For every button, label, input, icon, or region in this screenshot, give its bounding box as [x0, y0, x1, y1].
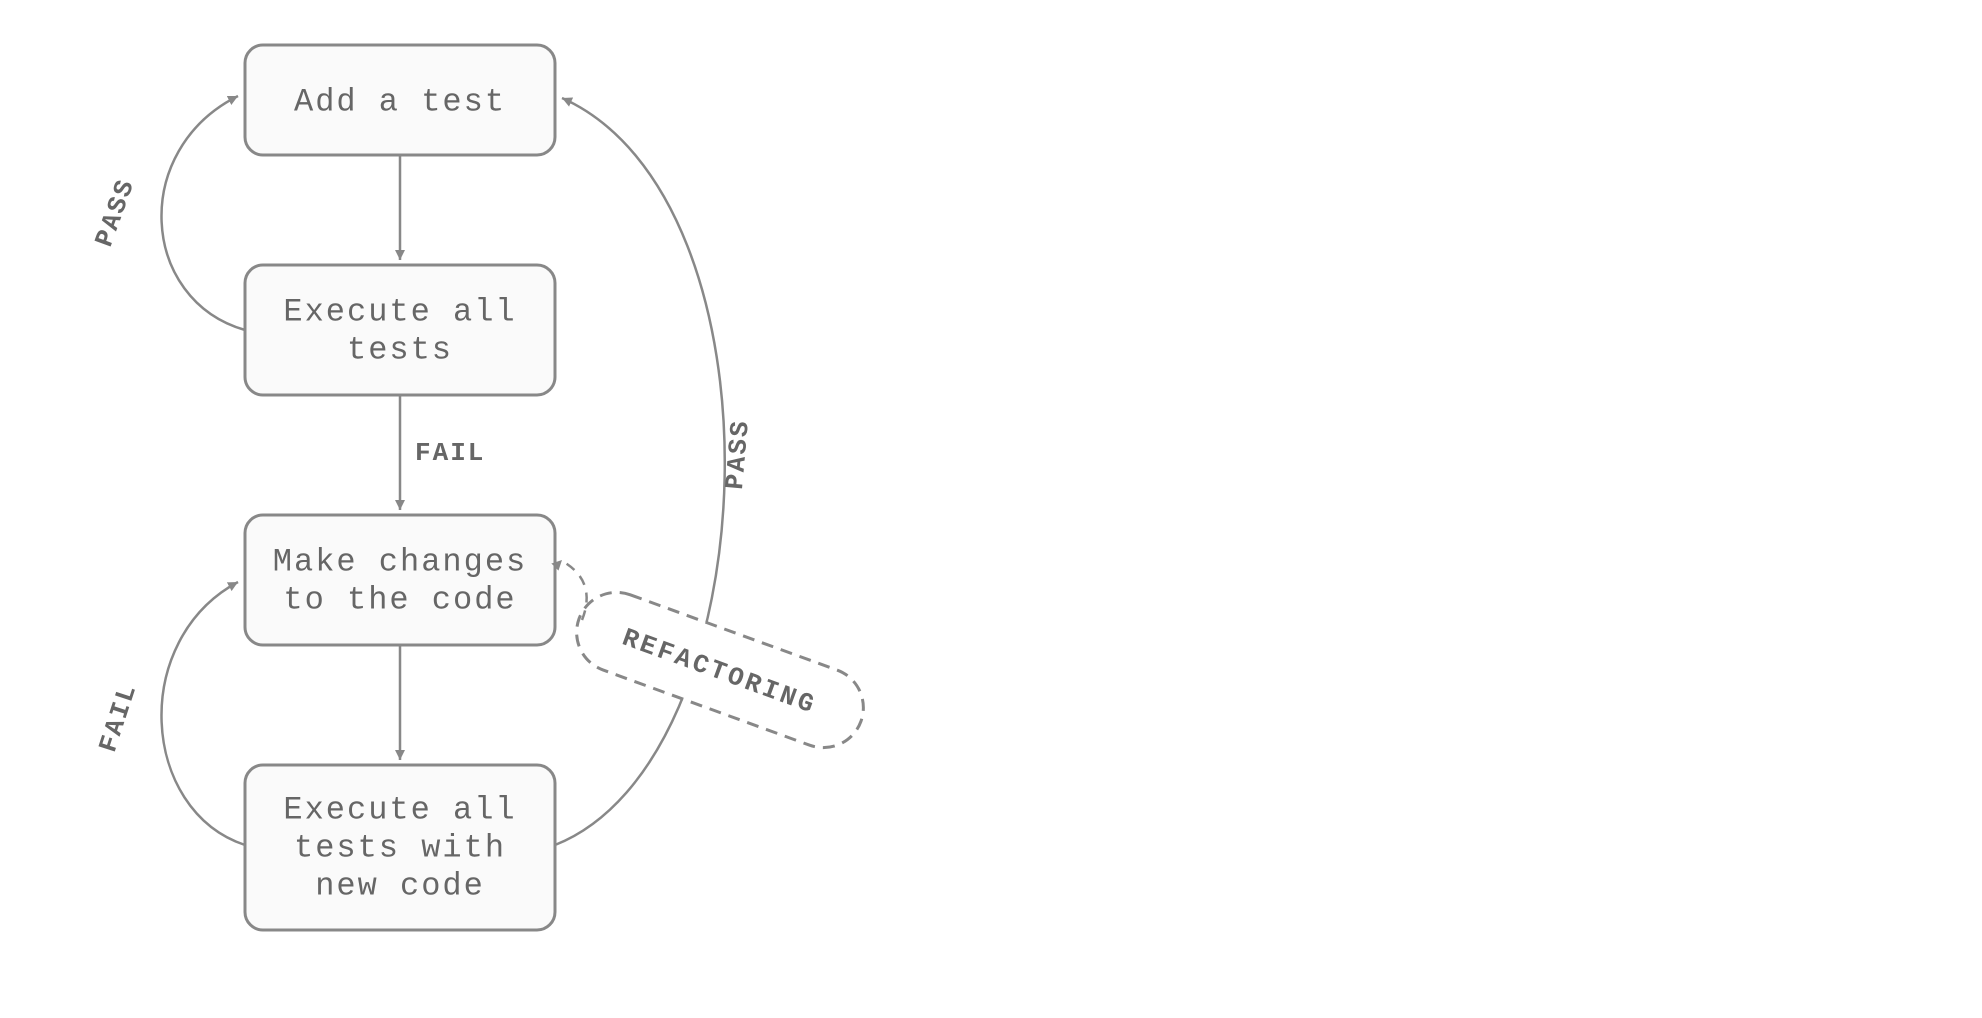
arrow-pass-n2-n1	[161, 96, 245, 330]
node-execute-new-line3: new code	[315, 867, 485, 904]
arrow-fail-n4-n3	[161, 582, 245, 845]
node-execute-new-line2: tests with	[294, 829, 506, 866]
node-execute-new-line1: Execute all	[283, 791, 516, 828]
label-fail-mid: FAIL	[415, 438, 485, 468]
node-add-test-label: Add a test	[294, 83, 506, 120]
node-add-test: Add a test	[245, 45, 555, 155]
node-make-changes: Make changes to the code	[245, 515, 555, 645]
label-fail-bottom: FAIL	[93, 680, 143, 756]
node-make-changes-line2: to the code	[283, 581, 516, 618]
arrow-pass-n4-n1	[555, 98, 725, 845]
label-pass-top: PASS	[89, 174, 141, 250]
node-make-changes-line1: Make changes	[273, 543, 527, 580]
node-execute-tests-line1: Execute all	[283, 293, 516, 330]
label-pass-right: PASS	[720, 418, 756, 491]
node-execute-new-tests: Execute all tests with new code	[245, 765, 555, 930]
node-execute-tests: Execute all tests	[245, 265, 555, 395]
node-execute-tests-line2: tests	[347, 331, 453, 368]
node-refactoring: REFACTORING	[565, 581, 874, 759]
tdd-flowchart: Add a test Execute all tests PASS FAIL M…	[0, 0, 1982, 1018]
